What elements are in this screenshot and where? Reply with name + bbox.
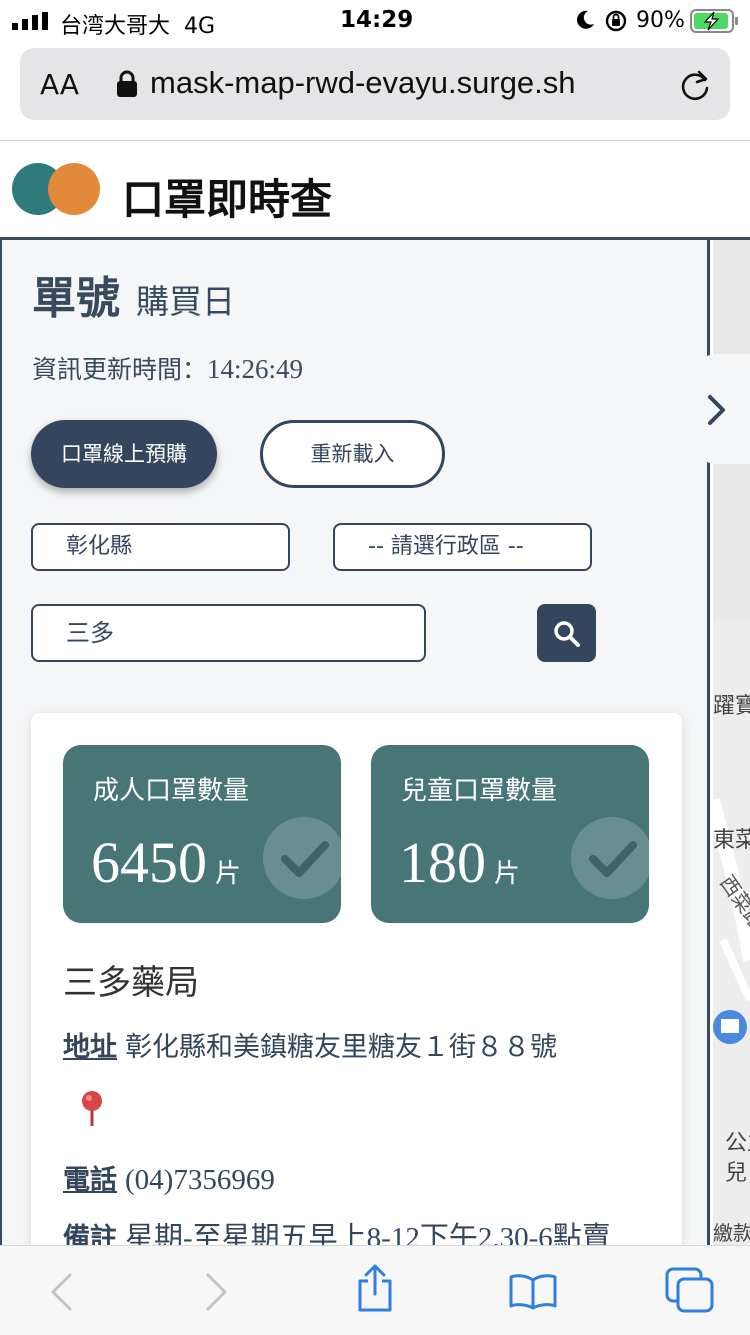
address-label[interactable]: 地址 [63,1032,117,1063]
svg-text:東菜: 東菜 [713,828,750,853]
phone-value: (04)7356969 [125,1164,275,1196]
child-mask-stock: 兒童口罩數量 180 片 [371,745,649,923]
adult-mask-count: 6450 [91,830,207,895]
reload-data-button[interactable]: 重新載入 [260,420,445,488]
forward-icon[interactable] [204,1272,230,1312]
battery-charging-icon [690,9,738,33]
pharmacy-name: 三多藥局 [63,963,199,1003]
rotation-lock-icon [605,10,627,32]
purchase-day-subheading: 購買日 [136,282,235,321]
panel-toggle-button[interactable] [696,354,750,464]
search-button[interactable] [537,604,596,662]
check-icon [571,817,649,899]
battery-percent: 90% [636,8,685,33]
svg-text:兒: 兒 [725,1161,747,1186]
browser-toolbar [0,1245,750,1335]
search-input[interactable]: 三多 [31,604,426,662]
check-icon [263,817,341,899]
svg-text:躍寶: 躍寶 [713,694,750,719]
address-row: 地址 彰化縣和美鎮糖友里糖友１街８８號 [63,1025,557,1064]
browser-address-bar[interactable]: AA mask-map-rwd-evayu.surge.sh [20,48,730,120]
district-select[interactable]: -- 請選行政區 -- [333,523,592,571]
bookmarks-icon[interactable] [508,1272,558,1310]
svg-text:繳款: 繳款 [713,1221,750,1245]
logo-circle-orange [48,163,100,215]
text-size-button[interactable]: AA [40,68,79,101]
address-value: 彰化縣和美鎮糖友里糖友１街８８號 [125,1032,557,1063]
svg-text:公立: 公立 [725,1131,750,1156]
share-icon[interactable] [355,1264,395,1314]
carrier-name: 台湾大哥大 4G [60,14,216,39]
map-pin-icon[interactable] [80,1090,104,1128]
child-mask-count: 180 [399,830,486,895]
phone-row: 電話 (04)7356969 [63,1158,275,1197]
back-icon[interactable] [48,1272,74,1312]
adult-mask-stock: 成人口罩數量 6450 片 [63,745,341,923]
preorder-button[interactable]: 口罩線上預購 [31,420,217,488]
update-time-value: 14:26:49 [207,354,304,384]
url-text[interactable]: mask-map-rwd-evayu.surge.sh [150,65,576,101]
phone-label[interactable]: 電話 [63,1165,117,1196]
update-time-label: 資訊更新時間： [32,355,208,384]
purchase-day-heading: 單號 [32,273,120,324]
moon-icon [577,10,594,29]
unit-label: 片 [215,859,242,888]
status-time: 14:29 [340,7,414,33]
app-title: 口罩即時查 [122,175,333,224]
reload-icon[interactable] [678,68,712,102]
signal-icon [12,12,48,30]
adult-mask-count-row: 6450 片 [91,829,241,896]
child-mask-label: 兒童口罩數量 [401,776,558,806]
chevron-right-icon [708,395,725,425]
unit-label: 片 [494,859,521,888]
county-select[interactable]: 彰化縣 [31,523,290,571]
lock-icon [117,70,137,97]
status-bar: 台湾大哥大 4G 14:29 90% [0,0,750,40]
child-mask-count-row: 180 片 [399,829,520,896]
adult-mask-label: 成人口罩數量 [93,776,250,806]
tabs-icon[interactable] [664,1266,716,1314]
update-time-row: 資訊更新時間：14:26:49 [32,350,303,386]
app-header [0,141,750,238]
search-icon [554,621,580,647]
